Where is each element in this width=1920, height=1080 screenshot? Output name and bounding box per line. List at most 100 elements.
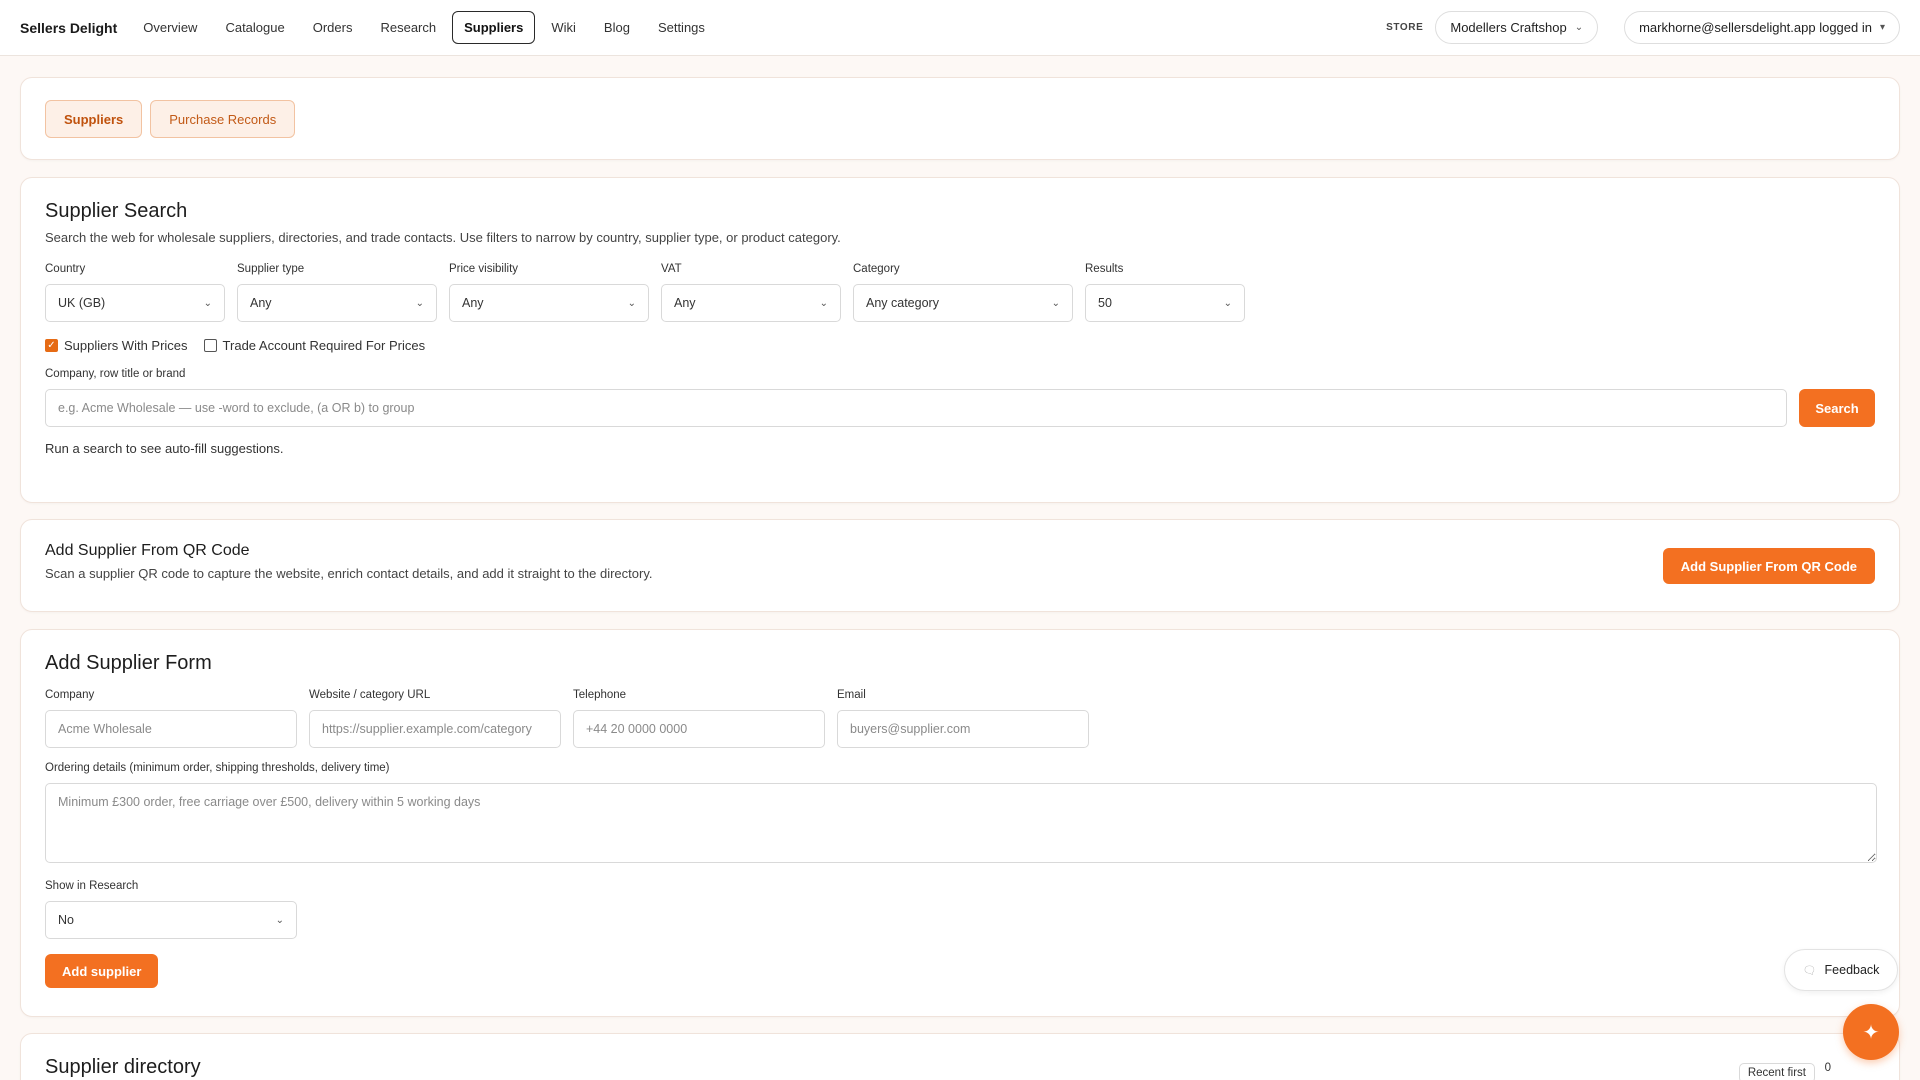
search-button[interactable]: Search — [1799, 389, 1875, 427]
qr-title: Add Supplier From QR Code — [45, 542, 250, 559]
add-supplier-button[interactable]: Add supplier — [45, 954, 159, 988]
chevron-down-icon: ⌄ — [1574, 22, 1584, 33]
chevron-down-icon: ⌄ — [1051, 297, 1060, 309]
store-value: Modellers Craftshop — [1450, 20, 1567, 35]
directory-count: 0 — [1824, 1062, 1831, 1074]
telephone-input[interactable] — [573, 710, 825, 748]
nav-research[interactable]: Research — [368, 11, 448, 44]
chevron-down-icon: ⌄ — [1223, 297, 1232, 309]
filter-results: Results 50 ⌄ — [1085, 263, 1245, 322]
filter-label: Country — [45, 263, 86, 275]
store-selector[interactable]: Modellers Craftshop ⌄ — [1435, 11, 1599, 44]
website-input[interactable] — [309, 710, 561, 748]
field-label: Telephone — [573, 689, 627, 701]
ordering-details-textarea[interactable] — [45, 783, 1877, 863]
nav-wiki[interactable]: Wiki — [539, 11, 588, 44]
store-label: STORE — [1386, 22, 1424, 33]
checkbox-checked-icon[interactable]: ✓ — [45, 339, 58, 352]
company-field-group: Company — [45, 689, 297, 748]
qr-card: Add Supplier From QR Code Scan a supplie… — [20, 519, 1900, 612]
filter-category: Category Any category ⌄ — [853, 263, 1073, 322]
field-label: Email — [837, 689, 866, 701]
select-value: No — [58, 913, 74, 927]
show-in-research-label: Show in Research — [45, 880, 139, 892]
search-input[interactable] — [45, 389, 1787, 427]
top-nav: Sellers Delight Overview Catalogue Order… — [0, 0, 1920, 56]
qr-description: Scan a supplier QR code to capture the w… — [45, 566, 653, 581]
add-from-qr-button[interactable]: Add Supplier From QR Code — [1662, 548, 1875, 584]
field-label: Website / category URL — [309, 689, 431, 701]
subtabs-card: Suppliers Purchase Records — [20, 77, 1900, 160]
nav-right: STORE Modellers Craftshop ⌄ markhorne@se… — [1386, 11, 1900, 44]
filter-label: Results — [1085, 263, 1124, 275]
website-field-group: Website / category URL — [309, 689, 561, 748]
form-fields: Company Website / category URL Telephone… — [45, 689, 1875, 748]
email-field-group: Email — [837, 689, 1089, 748]
nav-catalogue[interactable]: Catalogue — [213, 11, 296, 44]
user-email: markhorne@sellersdelight.app logged in — [1639, 20, 1872, 35]
user-menu[interactable]: markhorne@sellersdelight.app logged in ▾ — [1624, 11, 1900, 44]
nav-blog[interactable]: Blog — [592, 11, 642, 44]
query-row: Search — [45, 389, 1875, 427]
select-value: UK (GB) — [58, 296, 106, 310]
checkbox-unchecked-icon[interactable] — [203, 339, 217, 352]
feedback-button[interactable]: 🗨 Feedback — [1784, 949, 1898, 991]
chevron-down-icon: ⌄ — [275, 914, 284, 926]
filter-label: VAT — [661, 263, 682, 275]
main-nav: Overview Catalogue Orders Research Suppl… — [131, 11, 717, 44]
ordering-label: Ordering details (minimum order, shippin… — [45, 762, 390, 774]
filter-vat: VAT Any ⌄ — [661, 263, 841, 322]
feedback-label: Feedback — [1824, 963, 1880, 977]
field-label: Company — [45, 689, 95, 701]
chat-bubble-icon: 🗨 — [1802, 964, 1817, 977]
company-input[interactable] — [45, 710, 297, 748]
sparkle-icon: ✦ — [1862, 1021, 1880, 1044]
ai-assistant-button[interactable]: ✦ — [1843, 1004, 1899, 1060]
select-value: Any — [674, 296, 696, 310]
price-visibility-select[interactable]: Any ⌄ — [449, 284, 649, 322]
supplier-directory-card: Supplier directory Recent first 0 — [20, 1033, 1900, 1080]
sort-select[interactable]: Recent first — [1738, 1063, 1815, 1080]
nav-settings[interactable]: Settings — [646, 11, 717, 44]
supplier-search-title: Supplier Search — [45, 200, 188, 222]
filter-label: Category — [853, 263, 900, 275]
country-select[interactable]: UK (GB) ⌄ — [45, 284, 225, 322]
tab-purchase-records[interactable]: Purchase Records — [150, 100, 296, 138]
add-supplier-title: Add Supplier Form — [45, 652, 212, 674]
nav-orders[interactable]: Orders — [301, 11, 365, 44]
results-select[interactable]: 50 ⌄ — [1085, 284, 1245, 322]
supplier-search-description: Search the web for wholesale suppliers, … — [45, 230, 841, 245]
supplier-search-card: Supplier Search Search the web for whole… — [20, 177, 1900, 503]
checkbox-label: Suppliers With Prices — [64, 338, 188, 353]
brand-logo[interactable]: Sellers Delight — [20, 20, 117, 36]
telephone-field-group: Telephone — [573, 689, 825, 748]
nav-overview[interactable]: Overview — [131, 11, 209, 44]
select-value: Any — [462, 296, 484, 310]
chevron-down-icon: ⌄ — [415, 297, 424, 309]
filter-label: Supplier type — [237, 263, 305, 275]
filter-supplier-type: Supplier type Any ⌄ — [237, 263, 437, 322]
chevron-down-icon: ⌄ — [203, 297, 212, 309]
search-checkboxes: ✓ Suppliers With Prices Trade Account Re… — [45, 338, 1875, 353]
filter-price-visibility: Price visibility Any ⌄ — [449, 263, 649, 322]
checkbox-trade-account-required[interactable]: Trade Account Required For Prices — [203, 338, 426, 353]
tab-suppliers[interactable]: Suppliers — [45, 100, 143, 138]
vat-select[interactable]: Any ⌄ — [661, 284, 841, 322]
select-value: 50 — [1098, 296, 1112, 310]
email-input[interactable] — [837, 710, 1089, 748]
search-filters: Country UK (GB) ⌄ Supplier type Any ⌄ Pr… — [45, 263, 1875, 322]
caret-down-icon: ▾ — [1879, 22, 1885, 33]
chevron-down-icon: ⌄ — [627, 297, 636, 309]
search-hint: Run a search to see auto-fill suggestion… — [45, 441, 284, 456]
filter-label: Price visibility — [449, 263, 519, 275]
checkbox-label: Trade Account Required For Prices — [222, 338, 426, 353]
query-label: Company, row title or brand — [45, 368, 186, 380]
supplier-type-select[interactable]: Any ⌄ — [237, 284, 437, 322]
chevron-down-icon: ⌄ — [819, 297, 828, 309]
nav-suppliers[interactable]: Suppliers — [452, 11, 536, 44]
add-supplier-card: Add Supplier Form Company Website / cate… — [20, 629, 1900, 1017]
show-in-research-select[interactable]: No ⌄ — [45, 901, 297, 939]
checkbox-suppliers-with-prices[interactable]: ✓ Suppliers With Prices — [45, 338, 188, 353]
category-select[interactable]: Any category ⌄ — [853, 284, 1073, 322]
supplier-directory-title: Supplier directory — [45, 1056, 201, 1078]
